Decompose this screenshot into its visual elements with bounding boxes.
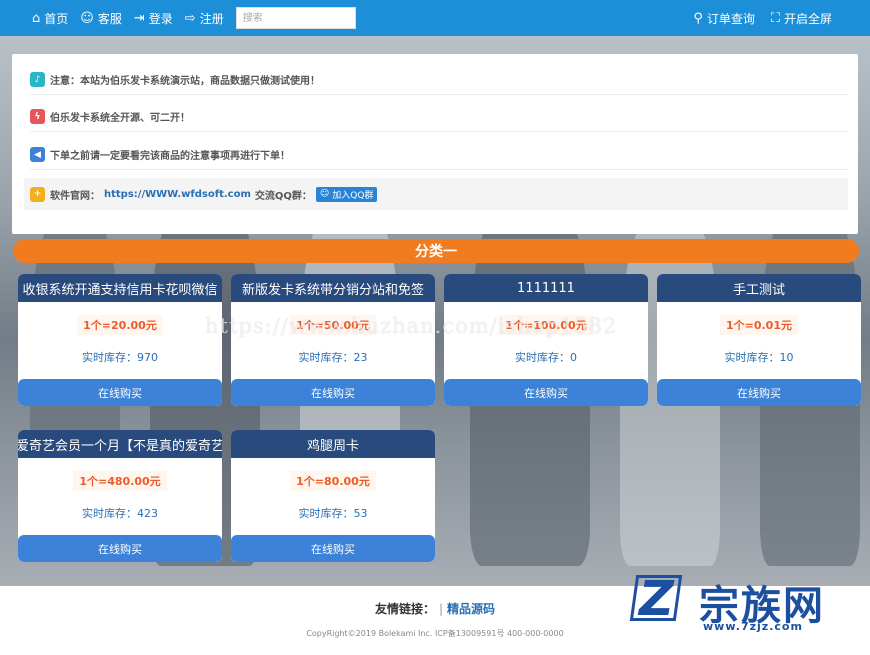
product-price: 1个=50.00元 <box>290 315 376 335</box>
nav-fullscreen-label: 开启全屏 <box>783 11 832 26</box>
product-price: 1个=80.00元 <box>290 471 376 491</box>
stock-value: 0 <box>570 351 577 364</box>
site-logo: Z 宗族网 www.7zjz.com <box>629 571 853 633</box>
logo-letter: Z <box>639 571 674 627</box>
buy-button[interactable]: 在线购买 <box>18 535 222 562</box>
link-separator: | <box>438 602 444 616</box>
nav-login-label: 登录 <box>148 11 173 26</box>
notice-row: ϟ 伯乐发卡系统全开源、可二开！ <box>30 102 848 132</box>
product-card: 新版发卡系统带分销分站和免签 1个=50.00元 实时库存：23 在线购买 <box>231 274 435 406</box>
nav-register[interactable]: ⇨ 注册 <box>185 0 224 36</box>
buy-button[interactable]: 在线购买 <box>231 379 435 406</box>
category-header[interactable]: 分类一 <box>13 239 859 263</box>
product-name[interactable]: 新版发卡系统带分销分站和免签 <box>231 274 435 302</box>
friend-links-label: 友情链接： <box>374 602 435 616</box>
bolt-icon: ϟ <box>30 109 45 124</box>
product-stock: 实时库存：423 <box>18 505 222 521</box>
product-card: 手工测试 1个=0.01元 实时库存：10 在线购买 <box>657 274 861 406</box>
nav-fullscreen[interactable]: ⛶ 开启全屏 <box>771 0 832 36</box>
buy-button[interactable]: 在线购买 <box>444 379 648 406</box>
product-card: 收银系统开通支持信用卡花呗微信 1个=20.00元 实时库存：970 在线购买 <box>18 274 222 406</box>
notice-text: 注意：本站为伯乐发卡系统演示站，商品数据只做测试使用！ <box>50 76 320 87</box>
stock-value: 23 <box>353 351 368 364</box>
notice-row: ♪ 注意：本站为伯乐发卡系统演示站，商品数据只做测试使用！ <box>30 65 848 95</box>
megaphone-icon: ◀ <box>30 147 45 162</box>
product-stock: 实时库存：23 <box>231 349 435 365</box>
product-stock: 实时库存：0 <box>444 349 648 365</box>
register-icon: ⇨ <box>184 10 196 26</box>
product-card: 1111111 1个=100.00元 实时库存：0 在线购买 <box>444 274 648 406</box>
product-name[interactable]: 1111111 <box>444 274 648 302</box>
product-stock: 实时库存：10 <box>657 349 861 365</box>
nav-register-label: 注册 <box>199 11 224 26</box>
stock-value: 423 <box>137 507 158 520</box>
stock-value: 970 <box>137 351 158 364</box>
logo-url: www.7zjz.com <box>703 620 803 633</box>
nav-login[interactable]: ⇥ 登录 <box>134 0 173 36</box>
product-name[interactable]: 收银系统开通支持信用卡花呗微信 <box>18 274 222 302</box>
product-price: 1个=100.00元 <box>499 315 593 335</box>
fullscreen-icon: ⛶ <box>770 10 780 26</box>
buy-button[interactable]: 在线购买 <box>657 379 861 406</box>
qq-icon: ☺ <box>319 189 330 199</box>
stock-label: 实时库存： <box>515 351 570 364</box>
bell-icon: ♪ <box>30 72 45 87</box>
stock-label: 实时库存： <box>298 351 354 364</box>
official-site-link[interactable]: https://WWW.wfdsoft.com <box>104 189 251 200</box>
official-label: 软件官网： <box>50 190 100 202</box>
user-icon: ☺ <box>80 10 94 26</box>
stock-label: 实时库存： <box>82 351 137 364</box>
notice-row: ◀ 下单之前请一定要看完该商品的注意事项再进行下单！ <box>30 140 848 170</box>
product-card: 爱奇艺会员一个月【不是真的爱奇艺 1个=480.00元 实时库存：423 在线购… <box>18 430 222 562</box>
buy-button[interactable]: 在线购买 <box>231 535 435 562</box>
product-name[interactable]: 爱奇艺会员一个月【不是真的爱奇艺 <box>18 430 222 458</box>
join-qq-group-button[interactable]: ☺ 加入QQ群 <box>315 186 378 202</box>
search-input[interactable] <box>235 7 356 29</box>
nav-left: ⌂ 首页 ☺ 客服 ⇥ 登录 ⇨ 注册 <box>0 0 356 36</box>
top-navbar: ⌂ 首页 ☺ 客服 ⇥ 登录 ⇨ 注册 ⚲ 订单查询 ⛶ 开启全屏 <box>0 0 870 36</box>
category-title: 分类一 <box>415 244 457 260</box>
stock-value: 10 <box>779 351 794 364</box>
stock-value: 53 <box>353 507 368 520</box>
buy-button[interactable]: 在线购买 <box>18 379 222 406</box>
nav-home[interactable]: ⌂ 首页 <box>32 0 68 36</box>
nav-service[interactable]: ☺ 客服 <box>80 0 122 36</box>
notice-text: 下单之前请一定要看完该商品的注意事项再进行下单！ <box>50 151 290 162</box>
notice-text: 伯乐发卡系统全开源、可二开！ <box>50 113 190 124</box>
nav-right: ⚲ 订单查询 ⛶ 开启全屏 <box>693 0 870 36</box>
official-site-row: + 软件官网： https://WWW.wfdsoft.com 交流QQ群： ☺… <box>24 178 848 210</box>
product-stock: 实时库存：970 <box>18 349 222 365</box>
stock-label: 实时库存： <box>298 507 354 520</box>
product-price: 1个=20.00元 <box>77 315 163 335</box>
nav-service-label: 客服 <box>97 11 122 26</box>
stock-label: 实时库存： <box>724 351 780 364</box>
home-icon: ⌂ <box>32 10 41 26</box>
product-card: 鸡腿周卡 1个=80.00元 实时库存：53 在线购买 <box>231 430 435 562</box>
product-price: 1个=480.00元 <box>73 471 167 491</box>
qq-group-label: 交流QQ群： <box>254 190 312 202</box>
sign-in-icon: ⇥ <box>133 10 145 26</box>
notice-panel: ♪ 注意：本站为伯乐发卡系统演示站，商品数据只做测试使用！ ϟ 伯乐发卡系统全开… <box>12 54 858 234</box>
search-icon: ⚲ <box>693 10 703 26</box>
product-stock: 实时库存：53 <box>231 505 435 521</box>
join-qq-group-label: 加入QQ群 <box>332 190 374 201</box>
stock-label: 实时库存： <box>82 507 137 520</box>
nav-order-query-label: 订单查询 <box>706 11 755 26</box>
product-price: 1个=0.01元 <box>719 315 798 335</box>
product-name[interactable]: 鸡腿周卡 <box>231 430 435 458</box>
product-name[interactable]: 手工测试 <box>657 274 861 302</box>
friend-link[interactable]: 精品源码 <box>447 602 495 616</box>
plus-icon: + <box>30 186 45 202</box>
nav-home-label: 首页 <box>44 11 69 26</box>
nav-order-query[interactable]: ⚲ 订单查询 <box>693 0 755 36</box>
